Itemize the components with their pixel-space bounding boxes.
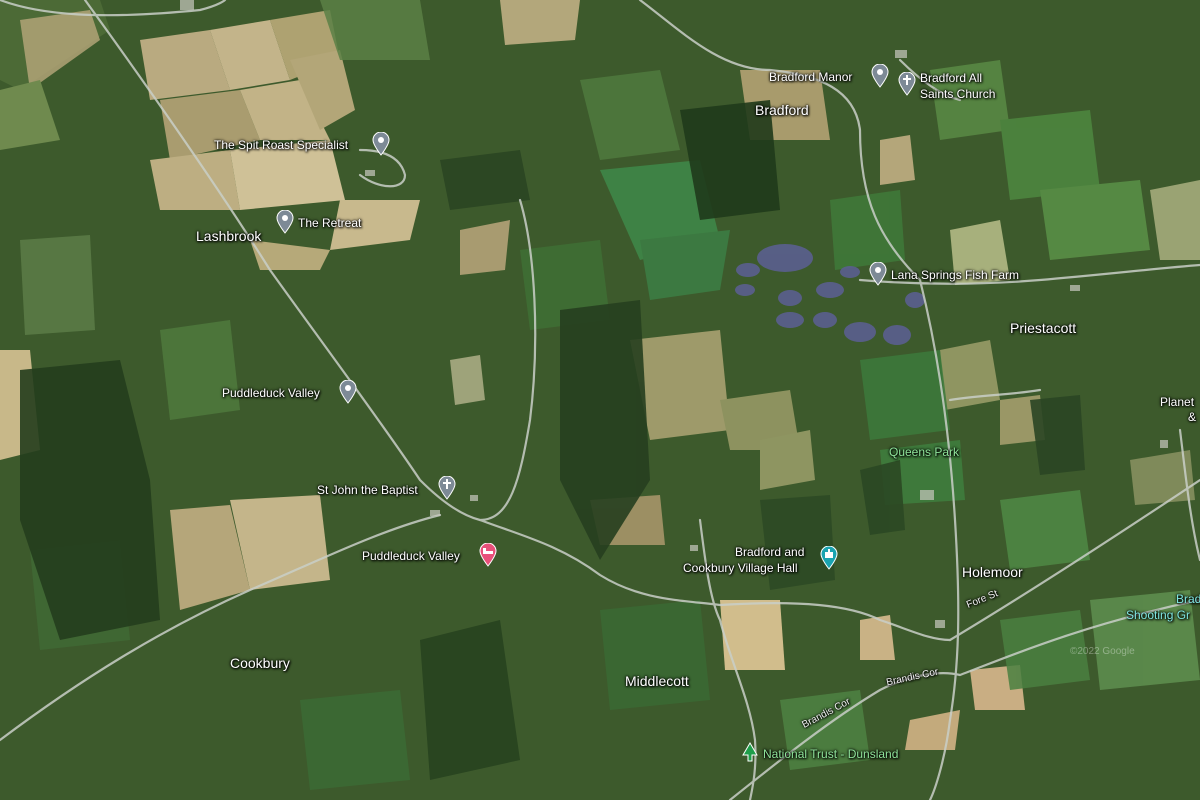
- church-icon[interactable]: [438, 476, 456, 500]
- map-pin-icon[interactable]: [339, 380, 357, 404]
- place-label-middlecott[interactable]: Middlecott: [625, 673, 689, 689]
- poi-label-the-retreat[interactable]: The Retreat: [298, 216, 361, 231]
- poi-label-shooting-ground-2[interactable]: Shooting Gr: [1126, 608, 1190, 623]
- poi-label-village-hall-1[interactable]: Bradford and: [735, 545, 804, 560]
- place-label-holemoor[interactable]: Holemoor: [962, 564, 1023, 580]
- poi-label-bradford-manor[interactable]: Bradford Manor: [769, 70, 852, 85]
- place-label-bradford[interactable]: Bradford: [755, 102, 809, 118]
- poi-label-shooting-ground-1[interactable]: Brad: [1176, 592, 1200, 607]
- church-icon[interactable]: [898, 72, 916, 96]
- map-pin-icon[interactable]: [871, 64, 889, 88]
- poi-label-national-trust[interactable]: National Trust - Dunsland: [763, 747, 898, 762]
- satellite-imagery: [0, 0, 1200, 800]
- place-label-planet-amp: &: [1188, 410, 1197, 424]
- village-hall-icon[interactable]: [820, 546, 838, 570]
- hotel-icon[interactable]: [479, 543, 497, 567]
- map-pin-icon[interactable]: [869, 262, 887, 286]
- place-label-cookbury[interactable]: Cookbury: [230, 655, 290, 671]
- place-label-planet[interactable]: Planet: [1160, 395, 1194, 410]
- map-pin-icon[interactable]: [372, 132, 390, 156]
- poi-label-puddleduck-valley-hotel[interactable]: Puddleduck Valley: [362, 549, 460, 564]
- poi-label-st-john[interactable]: St John the Baptist: [317, 483, 418, 498]
- map-watermark: ©2022 Google: [1070, 646, 1135, 657]
- place-label-lashbrook[interactable]: Lashbrook: [196, 228, 261, 244]
- poi-label-village-hall-2[interactable]: Cookbury Village Hall: [683, 561, 798, 576]
- map-pin-icon[interactable]: [276, 210, 294, 234]
- poi-label-lana-springs[interactable]: Lana Springs Fish Farm: [891, 268, 1019, 283]
- poi-label-bradford-all-saints-2[interactable]: Saints Church: [920, 87, 995, 102]
- park-tree-icon[interactable]: [741, 741, 759, 765]
- poi-label-puddleduck-valley[interactable]: Puddleduck Valley: [222, 386, 320, 401]
- poi-label-spit-roast[interactable]: The Spit Roast Specialist: [214, 138, 348, 153]
- map-view[interactable]: Bradford Lashbrook Priestacott Holemoor …: [0, 0, 1200, 800]
- poi-label-bradford-all-saints-1[interactable]: Bradford All: [920, 71, 982, 86]
- place-label-priestacott[interactable]: Priestacott: [1010, 320, 1076, 336]
- poi-label-queens-park[interactable]: Queens Park: [889, 445, 959, 460]
